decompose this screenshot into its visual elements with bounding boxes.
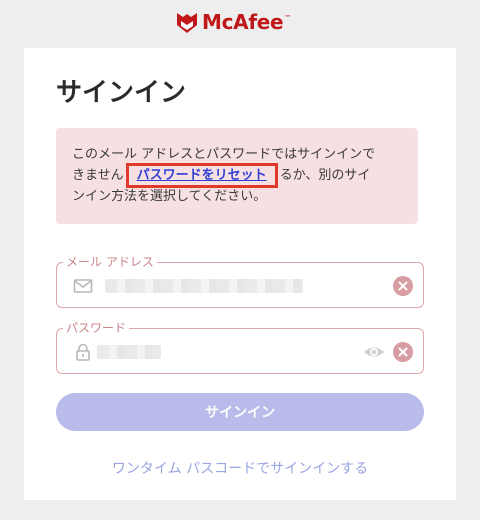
error-text-line-1: このメール アドレスとパスワードではサインインで bbox=[72, 147, 376, 162]
reset-password-link[interactable]: パスワードをリセット bbox=[125, 163, 278, 188]
clear-email-icon[interactable] bbox=[393, 276, 413, 296]
error-text-line-3: ンイン方法を選択してください。 bbox=[72, 189, 267, 204]
brand-name: McAfee bbox=[202, 10, 284, 34]
password-value-obscured bbox=[97, 345, 161, 359]
trademark-symbol: ™ bbox=[284, 14, 292, 22]
email-label: メール アドレス bbox=[63, 254, 157, 270]
email-value-obscured bbox=[105, 279, 303, 293]
error-text-suffix: るか、別のサイ bbox=[279, 168, 371, 183]
signin-card: サインイン このメール アドレスとパスワードではサインインで きません パスワード… bbox=[24, 48, 456, 500]
mail-icon bbox=[73, 279, 93, 293]
mcafee-shield-m-icon bbox=[177, 13, 197, 33]
lock-icon bbox=[76, 343, 90, 361]
one-time-passcode-link[interactable]: ワンタイム パスコードでサインインする bbox=[24, 458, 456, 478]
email-field[interactable]: メール アドレス bbox=[56, 254, 424, 308]
password-field[interactable]: パスワード bbox=[56, 320, 424, 374]
eye-icon[interactable] bbox=[363, 342, 385, 362]
clear-password-icon[interactable] bbox=[393, 342, 413, 362]
error-alert: このメール アドレスとパスワードではサインインで きません パスワードをリセットる… bbox=[56, 128, 418, 224]
signin-button[interactable]: サインイン bbox=[56, 393, 424, 431]
mcafee-logo: McAfee ™ bbox=[176, 10, 291, 34]
page-title: サインイン bbox=[56, 78, 187, 108]
password-label: パスワード bbox=[63, 320, 130, 336]
error-text-prefix: きません bbox=[72, 168, 124, 183]
error-text-line-2: きません パスワードをリセット るか、別のサイ bbox=[72, 163, 408, 188]
